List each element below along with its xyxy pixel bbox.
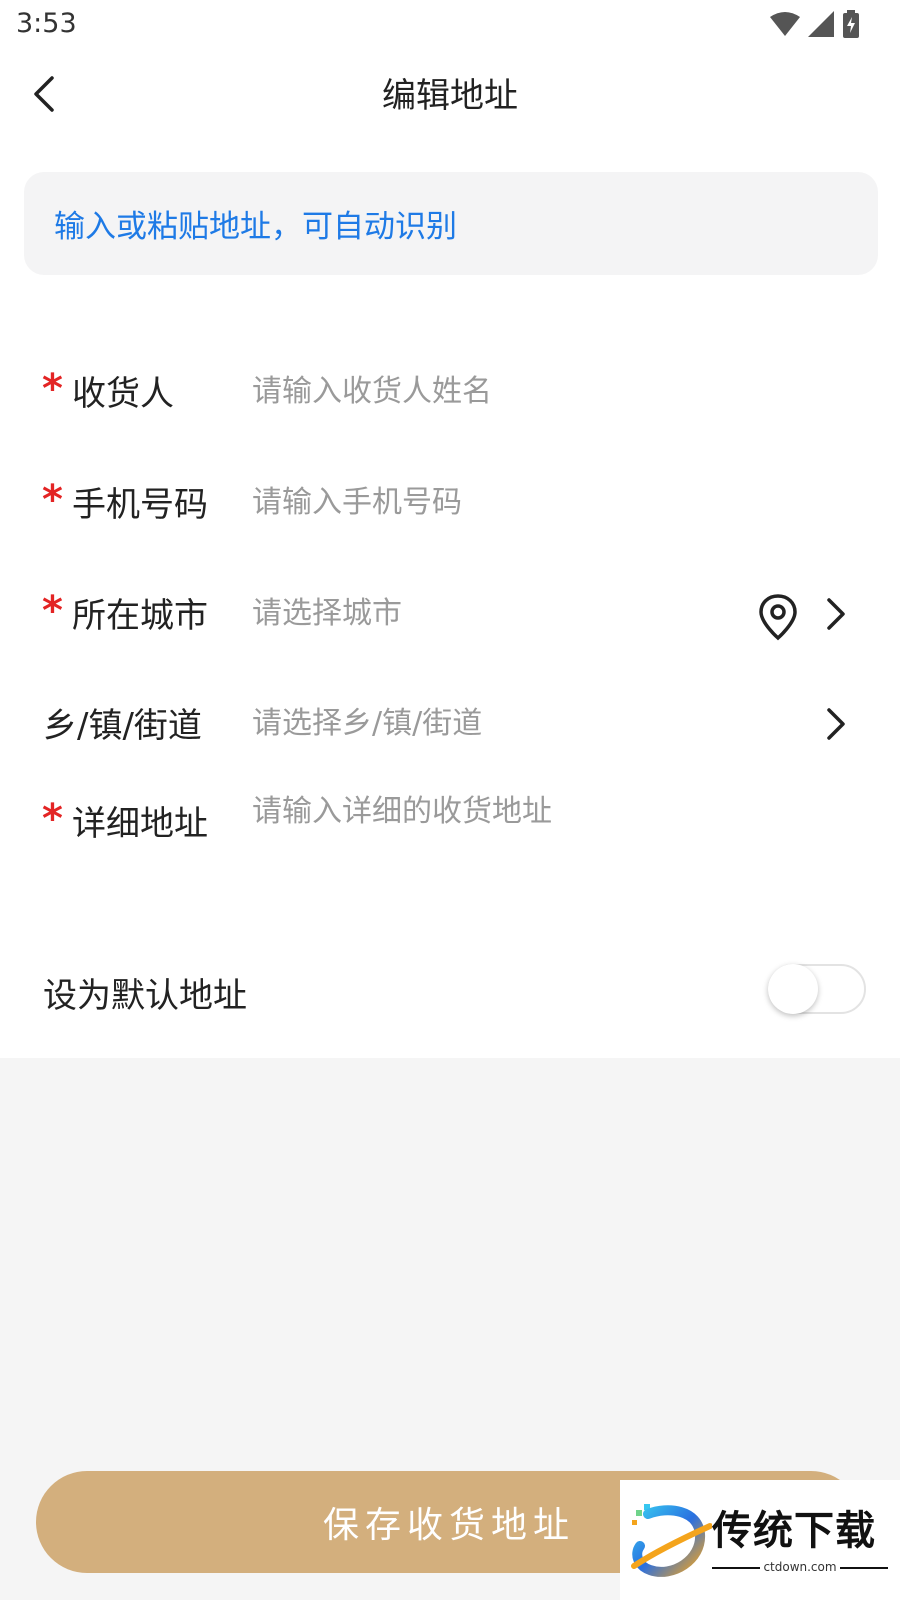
page-title: 编辑地址 bbox=[382, 76, 518, 116]
phone-label: 手机号码 bbox=[72, 485, 208, 525]
city-label: 所在城市 bbox=[72, 596, 208, 636]
battery-charging-icon bbox=[843, 10, 859, 38]
default-address-toggle[interactable] bbox=[768, 964, 866, 1014]
chevron-right-icon bbox=[827, 598, 845, 630]
location-pin-icon[interactable] bbox=[756, 592, 800, 642]
form-row-street[interactable]: 乡/镇/街道 请选择乡/镇/街道 bbox=[0, 676, 900, 766]
form-panel: 3:53 编辑地址 输入或粘贴地址，可自动识别 * 收货人 请输入收货人姓名 *… bbox=[0, 0, 900, 1058]
status-icons bbox=[770, 10, 860, 38]
form-row-detail-address: * 详细地址 请输入详细的收货地址 bbox=[0, 786, 900, 876]
detail-address-input[interactable]: 请输入详细的收货地址 bbox=[252, 786, 552, 830]
address-paste-box[interactable]: 输入或粘贴地址，可自动识别 bbox=[24, 172, 878, 275]
watermark: 传统下载 ctdown.com bbox=[620, 1480, 900, 1600]
form-row-phone: * 手机号码 请输入手机号码 bbox=[0, 455, 900, 545]
required-mark: * bbox=[42, 366, 63, 412]
chevron-right-icon bbox=[827, 708, 845, 740]
signal-icon bbox=[808, 11, 834, 37]
street-label: 乡/镇/街道 bbox=[43, 706, 202, 746]
phone-input[interactable]: 请输入手机号码 bbox=[252, 477, 462, 521]
consignee-label: 收货人 bbox=[72, 374, 174, 414]
form-row-city[interactable]: * 所在城市 请选择城市 bbox=[0, 566, 900, 656]
paste-hint: 输入或粘贴地址，可自动识别 bbox=[54, 209, 457, 245]
header-bar: 编辑地址 bbox=[0, 60, 900, 128]
consignee-input[interactable]: 请输入收货人姓名 bbox=[252, 366, 492, 410]
status-bar: 3:53 bbox=[0, 0, 900, 50]
screen: 3:53 编辑地址 输入或粘贴地址，可自动识别 * 收货人 请输入收货人姓名 *… bbox=[0, 0, 900, 1600]
street-select[interactable]: 请选择乡/镇/街道 bbox=[252, 698, 482, 742]
city-select[interactable]: 请选择城市 bbox=[252, 588, 402, 632]
status-time: 3:53 bbox=[16, 8, 77, 39]
save-button-label: 保存收货地址 bbox=[322, 1505, 575, 1546]
default-address-label: 设为默认地址 bbox=[43, 976, 247, 1016]
detail-address-label: 详细地址 bbox=[72, 804, 208, 844]
required-mark: * bbox=[42, 796, 63, 842]
watermark-logo-icon bbox=[631, 1504, 712, 1577]
required-mark: * bbox=[42, 588, 63, 634]
toggle-knob bbox=[768, 964, 818, 1014]
watermark-title: 传统下载 bbox=[712, 1508, 876, 1554]
required-mark: * bbox=[42, 477, 63, 523]
wifi-icon bbox=[770, 12, 800, 36]
watermark-subtitle: ctdown.com bbox=[763, 1560, 837, 1574]
form-row-consignee: * 收货人 请输入收货人姓名 bbox=[0, 344, 900, 434]
